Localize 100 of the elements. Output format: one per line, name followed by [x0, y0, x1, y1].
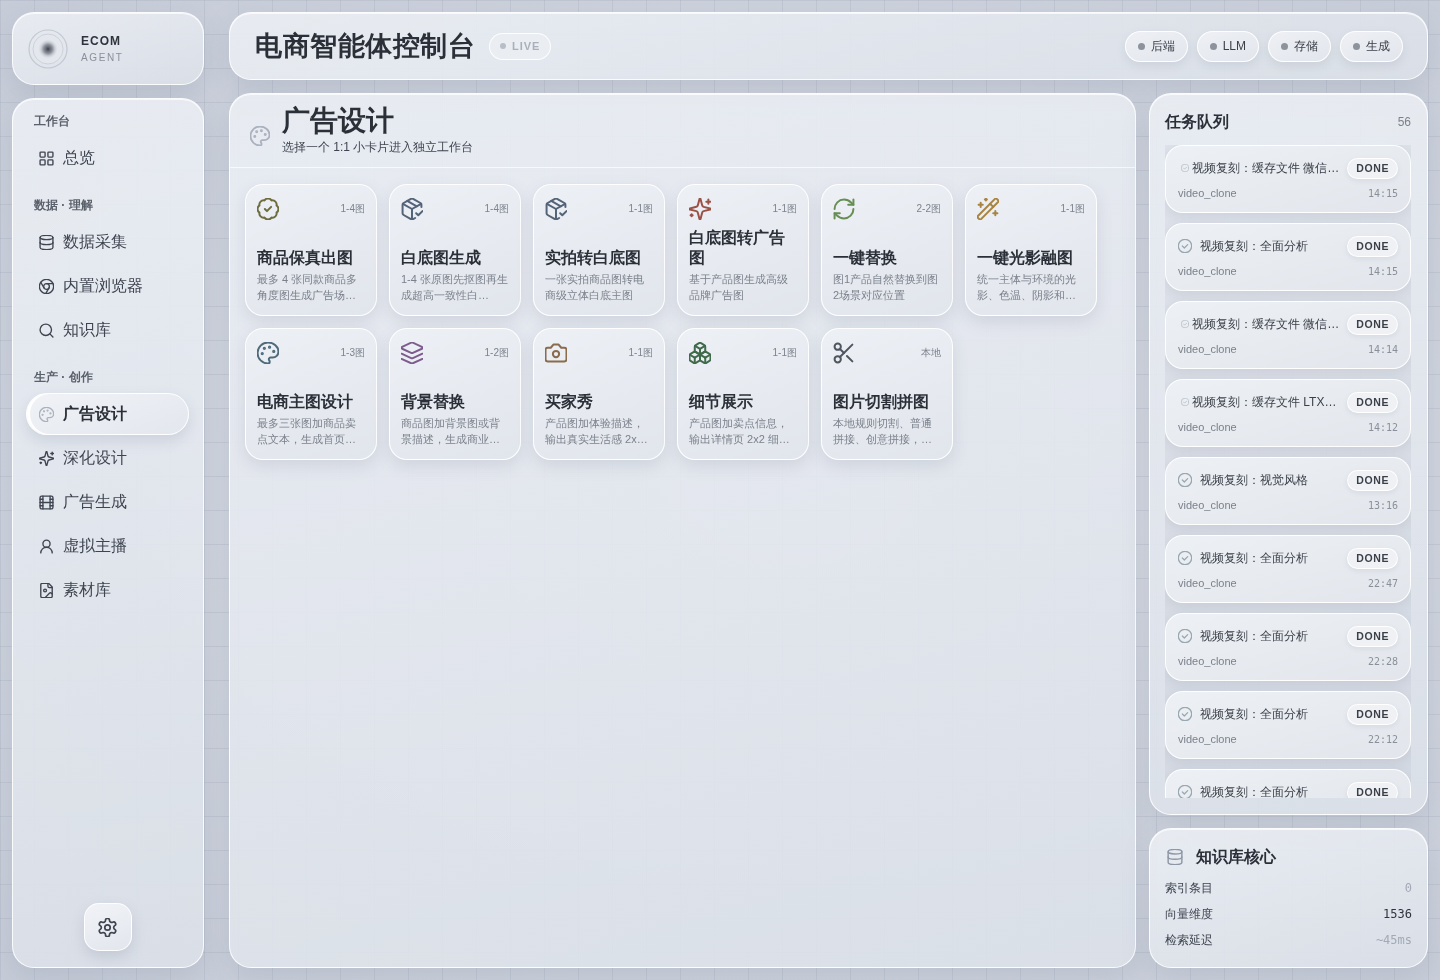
tool-title: 图片切割拼图 — [833, 392, 930, 412]
dot-icon — [1281, 42, 1288, 50]
image-count: 2-2图 — [916, 202, 941, 216]
tool-description: 本地规则切割、普通拼接、创意拼接，… — [833, 416, 933, 447]
image-count: 1-1图 — [1060, 202, 1085, 216]
nav-item[interactable]: 数据采集 — [26, 221, 189, 263]
task-source: video_clone — [1178, 733, 1237, 745]
dot-icon — [500, 43, 506, 49]
task-time: 22:28 — [1367, 655, 1398, 667]
settings-button[interactable] — [83, 903, 132, 951]
status-label: 存储 — [1294, 37, 1318, 55]
page-title: 广告设计 — [282, 104, 395, 138]
palette-icon — [250, 126, 270, 146]
nav-item[interactable]: 深化设计 — [26, 437, 189, 479]
sparkles-icon — [689, 198, 711, 220]
tool-card[interactable]: 1-1图 一键光影融图 统一主体与环境的光影、色温、阴影和… — [965, 184, 1097, 316]
status-badge: DONE — [1347, 313, 1398, 335]
nav-item[interactable]: 素材库 — [26, 569, 189, 611]
tool-description: 产品图加卖点信息，输出详情页 2x2 细… — [689, 416, 791, 447]
status-label: 后端 — [1150, 37, 1175, 55]
film-icon — [39, 494, 54, 510]
tool-description: 图1产品自然替换到图2场景对应位置 — [833, 272, 940, 303]
palette-icon — [257, 342, 279, 364]
nav-item[interactable]: 广告设计 — [26, 393, 189, 435]
image-count: 本地 — [921, 346, 941, 360]
nav-item[interactable]: 广告生成 — [26, 481, 189, 523]
image-count: 1-4图 — [484, 202, 509, 216]
task-source: video_clone — [1178, 421, 1237, 433]
settings-icon — [98, 917, 117, 937]
scissors-icon — [833, 342, 855, 364]
image-count: 1-2图 — [484, 346, 509, 360]
image-count: 1-4图 — [340, 202, 365, 216]
tool-description: 商品图加背景图或背景描述，生成商业… — [401, 416, 501, 447]
tool-title: 细节展示 — [689, 392, 754, 412]
panel-title: 任务队列 — [1165, 111, 1229, 132]
task-time: 13:16 — [1367, 499, 1398, 511]
user-icon — [39, 538, 54, 554]
tool-description: 最多三张图加商品卖点文本，生成首页… — [257, 416, 357, 447]
tool-title: 实拍转白底图 — [545, 248, 642, 268]
tool-title: 电商主图设计 — [257, 392, 354, 412]
sparkles-icon — [39, 450, 54, 466]
stat-value: 0 — [1404, 881, 1412, 895]
section-label: 生产 · 创作 — [33, 369, 94, 385]
package-check-icon — [401, 198, 423, 220]
status-badge: DONE — [1347, 469, 1398, 491]
package-check-icon — [545, 198, 567, 220]
task-time: 14:15 — [1367, 265, 1398, 277]
task-source: video_clone — [1178, 499, 1237, 511]
tool-card[interactable]: 1-1图 白底图转广告图 基于产品图生成高级品牌广告图 — [677, 184, 809, 316]
nav-item[interactable]: 知识库 — [26, 309, 189, 351]
tool-card[interactable]: 1-4图 白底图生成 1-4 张原图先抠图再生成超高一致性白… — [389, 184, 521, 316]
nav-item[interactable]: 虚拟主播 — [26, 525, 189, 567]
database-icon — [39, 234, 54, 250]
status-badge: DONE — [1347, 157, 1398, 179]
image-file-icon — [39, 582, 54, 598]
status-badge: DONE — [1347, 235, 1398, 257]
search-icon — [39, 322, 54, 338]
tool-card[interactable]: 1-4图 商品保真出图 最多 4 张同款商品多角度图生成广告场… — [245, 184, 377, 316]
task-title: 视频复刻：缓存文件 LTX… — [1192, 393, 1338, 411]
nav-item[interactable]: 总览 — [26, 137, 189, 179]
status-badge: DONE — [1347, 391, 1398, 413]
badge-check-icon — [257, 198, 279, 220]
tool-description: 产品图加体验描述，输出真实生活感 2x… — [545, 416, 649, 447]
task-time: 22:47 — [1367, 577, 1398, 589]
task-time: 14:12 — [1367, 421, 1398, 433]
tool-card[interactable]: 1-1图 买家秀 产品图加体验描述，输出真实生活感 2x… — [533, 328, 665, 460]
page-subtitle: 选择一个 1:1 小卡片进入独立工作台 — [282, 139, 474, 155]
tool-title: 一键光影融图 — [977, 248, 1074, 268]
tool-card[interactable]: 1-2图 背景替换 商品图加背景图或背景描述，生成商业… — [389, 328, 521, 460]
image-count: 1-3图 — [340, 346, 365, 360]
grid-icon — [39, 150, 54, 166]
layers-icon — [401, 342, 423, 364]
panel-title: 知识库核心 — [1196, 846, 1276, 867]
image-count: 1-1图 — [628, 202, 653, 216]
status-label: 生成 — [1366, 37, 1390, 55]
dot-icon — [1353, 42, 1360, 50]
tool-description: 最多 4 张同款商品多角度图生成广告场… — [257, 272, 359, 303]
tool-card[interactable]: 本地 图片切割拼图 本地规则切割、普通拼接、创意拼接，… — [821, 328, 953, 460]
image-count: 1-1图 — [772, 346, 797, 360]
task-source: video_clone — [1178, 187, 1237, 199]
tool-card[interactable]: 1-1图 实拍转白底图 一张实拍商品图转电商级立体白底主图 — [533, 184, 665, 316]
check-circle-icon — [1181, 398, 1189, 406]
tool-card[interactable]: 1-3图 电商主图设计 最多三张图加商品卖点文本，生成首页… — [245, 328, 377, 460]
task-title: 视频复刻：全面分析 — [1200, 237, 1309, 255]
nav-item[interactable]: 内置浏览器 — [26, 265, 189, 307]
image-count: 1-1图 — [772, 202, 797, 216]
task-title: 视频复刻：全面分析 — [1200, 549, 1309, 567]
tool-card[interactable]: 1-1图 细节展示 产品图加卖点信息，输出详情页 2x2 细… — [677, 328, 809, 460]
task-title: 视频复刻：全面分析 — [1200, 627, 1309, 645]
live-label: LIVE — [512, 40, 541, 52]
tool-title: 白底图转广告图 — [689, 228, 786, 268]
tool-card[interactable]: 2-2图 一键替换 图1产品自然替换到图2场景对应位置 — [821, 184, 953, 316]
tool-description: 基于产品图生成高级品牌广告图 — [689, 272, 789, 303]
status-badge: DONE — [1347, 703, 1398, 725]
tool-title: 背景替换 — [401, 392, 466, 412]
task-title: 视频复刻：视觉风格 — [1200, 471, 1309, 489]
task-title: 视频复刻：缓存文件 微信… — [1192, 315, 1341, 333]
palette-icon — [39, 406, 54, 422]
status-badge: DONE — [1347, 781, 1398, 798]
app-title: 电商智能体控制台 — [255, 30, 475, 63]
